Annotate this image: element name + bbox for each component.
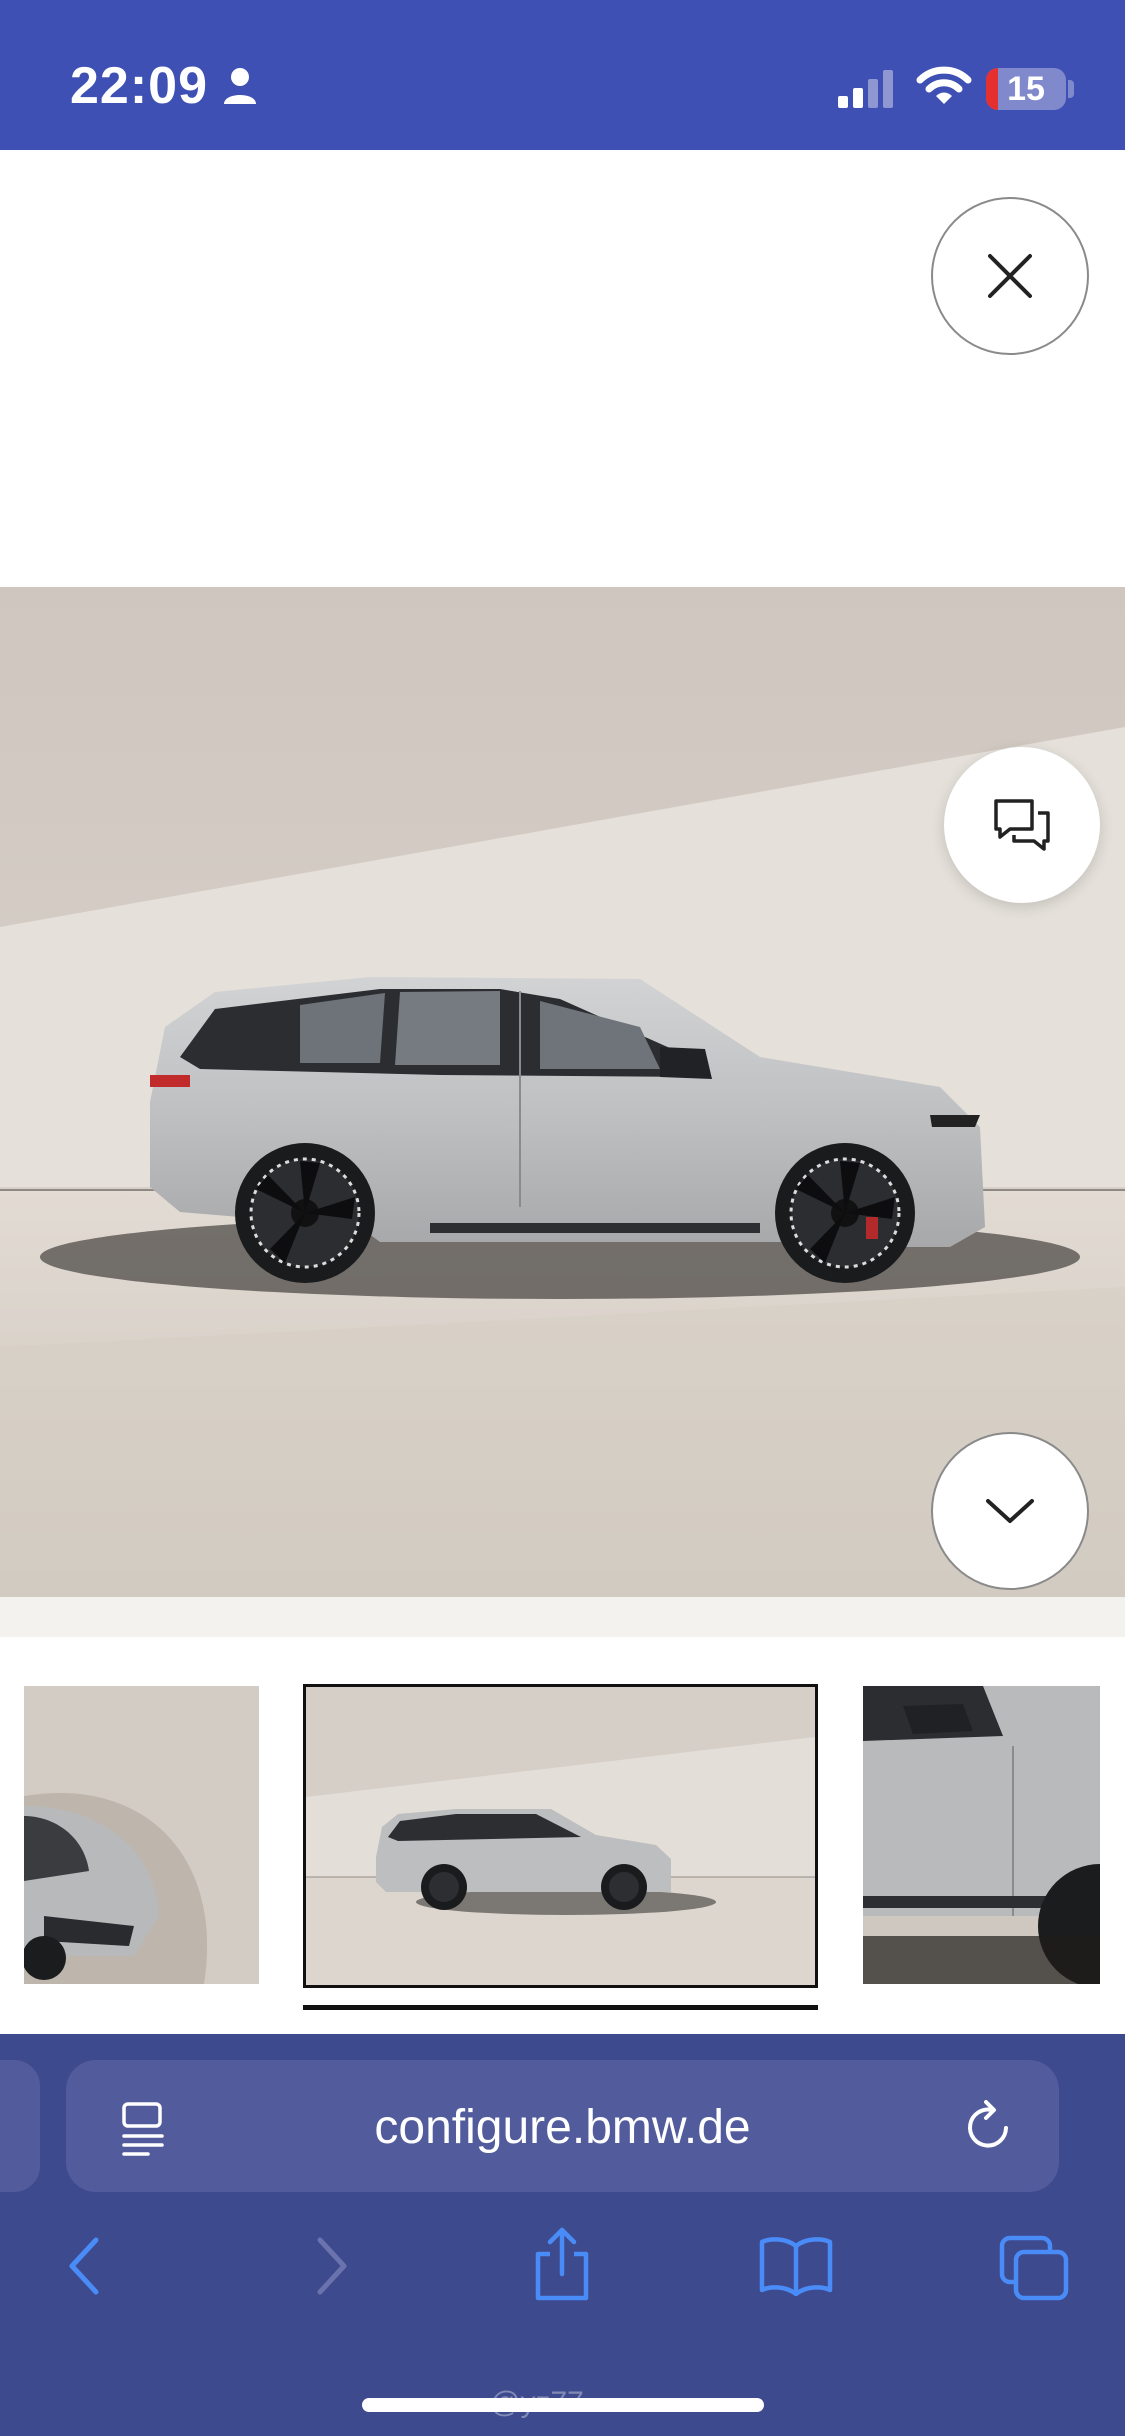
thumbnail-front-quarter[interactable]	[24, 1686, 259, 1984]
back-icon[interactable]	[64, 2236, 104, 2301]
previous-tab-stub[interactable]	[0, 2060, 40, 2192]
url-text: configure.bmw.de	[374, 2101, 751, 2154]
hero-divider	[0, 1597, 1125, 1637]
car-hero-image[interactable]	[0, 587, 1125, 1597]
selected-indicator	[303, 2005, 818, 2010]
status-bar: 22:09 15	[0, 0, 1125, 150]
battery-level: 15	[1007, 70, 1045, 108]
person-icon	[222, 66, 258, 111]
close-button[interactable]	[931, 197, 1089, 355]
share-icon[interactable]	[530, 2226, 594, 2307]
forward-icon[interactable]	[312, 2236, 352, 2301]
signal-icon	[838, 70, 898, 115]
reload-icon[interactable]	[962, 2098, 1016, 2159]
home-indicator[interactable]	[362, 2398, 764, 2412]
tabs-icon[interactable]	[998, 2234, 1070, 2307]
wifi-icon	[916, 64, 972, 113]
battery-icon: 15	[986, 68, 1066, 110]
status-time: 22:09	[70, 57, 208, 115]
bookmarks-icon[interactable]	[758, 2236, 834, 2301]
battery-cap	[1068, 80, 1074, 98]
chevron-down-icon	[986, 1499, 1034, 1523]
chat-icon	[994, 799, 1050, 851]
address-bar[interactable]: configure.bmw.de	[66, 2060, 1059, 2192]
thumbnail-side-view[interactable]	[303, 1684, 818, 1988]
thumbnail-door-detail[interactable]	[863, 1686, 1100, 1984]
chat-button[interactable]	[944, 747, 1100, 903]
expand-button[interactable]	[931, 1432, 1089, 1590]
close-icon	[988, 254, 1032, 298]
